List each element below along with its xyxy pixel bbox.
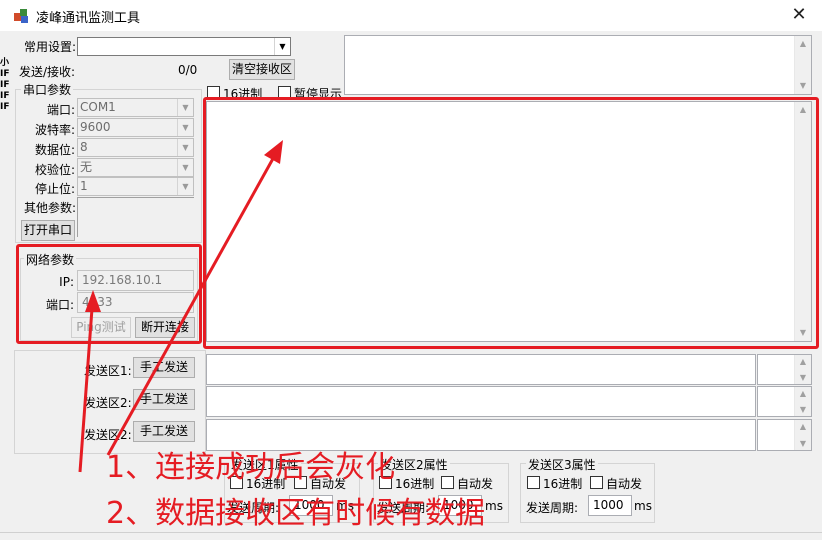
txrx-label: 发送/接收: <box>19 65 76 79</box>
props3-unit: ms <box>634 499 652 513</box>
send-scrollbar-3[interactable]: ▲ ▼ <box>794 420 811 450</box>
parity-label: 校验位: <box>34 163 75 177</box>
baud-label: 波特率: <box>34 123 75 137</box>
scroll-up-icon[interactable]: ▲ <box>795 387 811 400</box>
chevron-down-icon[interactable]: ▼ <box>177 178 193 195</box>
props2-unit: ms <box>485 499 503 513</box>
annotation-line-2: 2、数据接收区有时候有数据 <box>106 496 486 531</box>
databits-combo[interactable]: 8 ▼ <box>77 138 194 157</box>
chevron-down-icon[interactable]: ▼ <box>177 119 193 136</box>
close-button[interactable]: ✕ <box>786 4 812 26</box>
props3-auto-label: 自动发 <box>606 477 643 491</box>
send-area3-label: 发送区2: <box>84 428 132 442</box>
chevron-down-icon[interactable]: ▼ <box>177 139 193 156</box>
stopbits-value: 1 <box>80 179 88 193</box>
send-area1-label: 发送区1: <box>84 364 132 378</box>
preset-label: 常用设置: <box>24 40 77 54</box>
send-scrollbar-1[interactable]: ▲ ▼ <box>794 355 811 384</box>
send-area2-label: 发送区2: <box>84 396 132 410</box>
clipped-edge-text: 小 IF IF IF IF <box>0 58 10 112</box>
manual-send-button-2[interactable]: 手工发送 <box>133 389 195 410</box>
serial-port-combo[interactable]: COM1 ▼ <box>77 98 194 117</box>
window-title: 凌峰通讯监测工具 <box>36 11 141 26</box>
bottom-edge <box>0 532 822 533</box>
serial-port-value: COM1 <box>80 100 116 114</box>
baud-combo[interactable]: 9600 ▼ <box>77 118 194 137</box>
props3-auto-checkbox[interactable] <box>590 476 603 489</box>
chevron-down-icon[interactable]: ▼ <box>274 38 290 55</box>
scroll-up-icon[interactable]: ▲ <box>795 355 811 368</box>
props3-hex-checkbox[interactable] <box>527 476 540 489</box>
stopbits-combo[interactable]: 1 ▼ <box>77 177 194 196</box>
serial-group-title: 串口参数 <box>21 81 74 98</box>
manual-send-button-3[interactable]: 手工发送 <box>133 421 195 442</box>
props3-period-input[interactable]: 1000 <box>588 495 632 516</box>
send-input-2[interactable] <box>206 386 756 417</box>
send-input-1[interactable] <box>206 354 756 385</box>
open-serial-button[interactable]: 打开串口 <box>21 220 75 241</box>
parity-combo[interactable]: 无 ▼ <box>77 158 194 177</box>
scroll-up-icon[interactable]: ▲ <box>795 420 811 433</box>
clear-receive-button[interactable]: 清空接收区 <box>229 59 295 80</box>
network-highlight-box <box>16 244 202 344</box>
top-text-scrollbar[interactable]: ▲ ▼ <box>794 36 811 94</box>
annotation-line-1: 1、连接成功后会灰化 <box>106 450 396 485</box>
databits-value: 8 <box>80 140 88 154</box>
chevron-down-icon[interactable]: ▼ <box>177 99 193 116</box>
props3-period-label: 发送周期: <box>526 501 579 515</box>
props3-title: 发送区3属性 <box>526 456 598 473</box>
title-bar: 凌峰通讯监测工具 ✕ <box>0 0 822 31</box>
receive-highlight-box <box>203 97 819 349</box>
top-text-area[interactable] <box>344 35 812 95</box>
preset-combo[interactable]: ▼ <box>77 37 291 56</box>
baud-value: 9600 <box>80 120 111 134</box>
manual-send-button-1[interactable]: 手工发送 <box>133 357 195 378</box>
scroll-down-icon[interactable]: ▼ <box>795 371 811 384</box>
chevron-down-icon[interactable]: ▼ <box>177 159 193 176</box>
scroll-down-icon[interactable]: ▼ <box>795 437 811 450</box>
txrx-count: 0/0 <box>178 63 198 77</box>
other-params-area <box>77 197 194 237</box>
other-params-label: 其他参数: <box>24 201 77 215</box>
serial-port-label: 端口: <box>46 103 75 117</box>
props3-hex-label: 16进制 <box>543 477 583 491</box>
scroll-down-icon[interactable]: ▼ <box>795 403 811 416</box>
scroll-down-icon[interactable]: ▼ <box>795 78 811 94</box>
databits-label: 数据位: <box>34 143 75 157</box>
send-scrollbar-2[interactable]: ▲ ▼ <box>794 387 811 416</box>
stopbits-label: 停止位: <box>34 182 75 196</box>
parity-value: 无 <box>80 160 93 174</box>
app-icon <box>14 9 28 23</box>
scroll-up-icon[interactable]: ▲ <box>795 36 811 52</box>
